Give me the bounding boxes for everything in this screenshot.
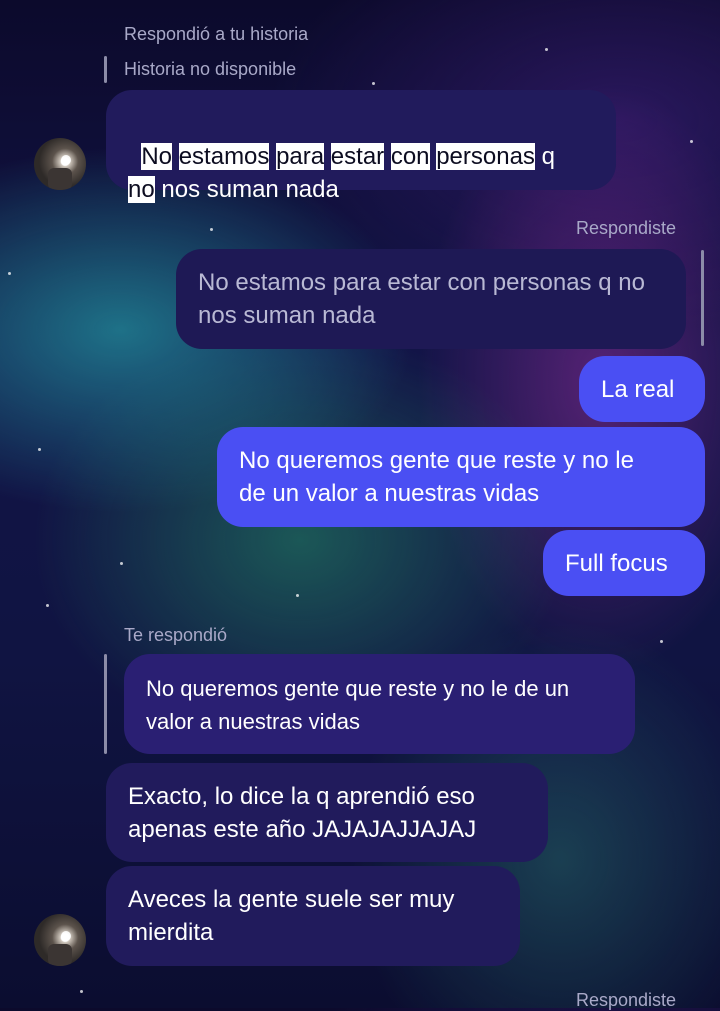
avatar[interactable] xyxy=(34,914,86,966)
replied-to-story-label: Respondió a tu historia xyxy=(124,24,309,44)
message-bubble-received[interactable]: Exacto, lo dice la q aprendió eso apenas… xyxy=(106,763,548,862)
highlighted-word: para xyxy=(276,143,325,170)
highlighted-word: con xyxy=(390,143,430,170)
highlighted-word: estamos xyxy=(178,143,270,170)
message-bubble-sent[interactable]: La real xyxy=(579,356,705,422)
message-bubble-received[interactable]: No estamos para estar con personas q no n… xyxy=(106,90,616,203)
highlighted-word: estar xyxy=(330,143,385,170)
user-avatar-icon xyxy=(48,155,72,190)
highlighted-word: No xyxy=(141,143,173,170)
story-unavailable-label[interactable]: Historia no disponible xyxy=(124,59,296,80)
message-bubble-received[interactable]: Aveces la gente suele ser muy mierdita xyxy=(106,866,520,966)
quoted-message-bubble[interactable]: No queremos gente que reste y no le de u… xyxy=(124,654,635,754)
message-text: nos suman nada xyxy=(161,176,339,203)
reply-indicator xyxy=(104,654,107,754)
they-replied-label: Te respondió xyxy=(124,625,228,645)
message-bubble-sent[interactable]: No queremos gente que reste y no le de u… xyxy=(217,427,705,527)
reply-indicator xyxy=(701,250,704,346)
you-replied-label: Respondiste xyxy=(576,218,677,238)
user-avatar-icon xyxy=(48,931,72,966)
message-text: q xyxy=(541,143,555,170)
quoted-message-bubble[interactable]: No estamos para estar con personas q no … xyxy=(176,249,686,349)
message-bubble-sent[interactable]: Full focus xyxy=(543,530,705,596)
highlighted-word: no xyxy=(128,176,155,203)
highlighted-word: personas xyxy=(436,143,535,170)
story-reply-indicator xyxy=(104,56,107,83)
avatar[interactable] xyxy=(34,138,86,190)
